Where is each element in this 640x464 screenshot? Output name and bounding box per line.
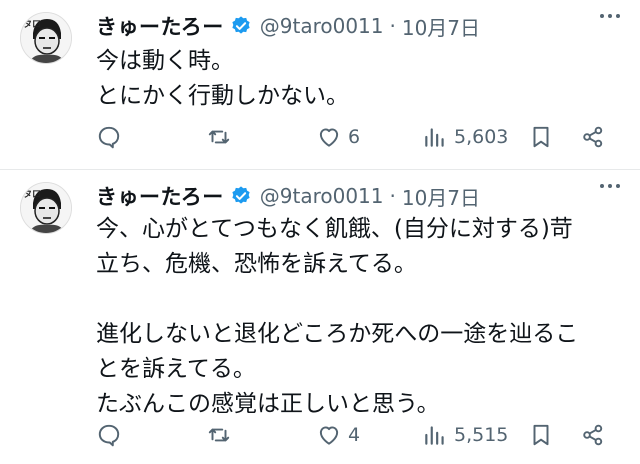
views-icon — [425, 426, 444, 445]
like-count: 6 — [348, 126, 361, 148]
tweet[interactable]: タロ きゅーたろー @9taro0011 · 10月7日 今、心がとてつもなく飢… — [0, 170, 640, 464]
tweet-actions: 6 5,603 — [96, 122, 616, 152]
separator: · — [389, 184, 396, 208]
tweet[interactable]: タロ きゅーたろー @9taro0011 · 10月7日 今は動く時。 とにかく… — [0, 0, 640, 170]
tweet-text: 今は動く時。 とにかく行動しかない。 — [96, 48, 349, 109]
retweet-icon — [208, 428, 230, 442]
more-icon[interactable] — [600, 14, 620, 18]
like-button[interactable]: 4 — [316, 420, 360, 450]
bookmark-icon — [533, 424, 549, 446]
tweet-header: きゅーたろー @9taro0011 · 10月7日 — [96, 180, 480, 212]
like-button[interactable]: 6 — [316, 122, 360, 152]
share-icon — [583, 126, 603, 148]
views-count: 5,603 — [454, 126, 509, 148]
tweet-actions: 4 5,515 — [96, 420, 616, 450]
tweet-date[interactable]: 10月7日 — [402, 182, 480, 211]
views-button[interactable]: 5,515 — [422, 420, 508, 450]
views-button[interactable]: 5,603 — [422, 122, 508, 152]
tweet-header: きゅーたろー @9taro0011 · 10月7日 — [96, 10, 480, 42]
svg-text:タロ: タロ — [23, 188, 41, 200]
separator: · — [389, 14, 396, 38]
like-count: 4 — [348, 424, 361, 446]
tweet-text: 今、心がとてつもなく飢餓、(自分に対する)苛 立ち、危機、恐怖を訴えてる。 進化… — [96, 216, 579, 417]
avatar[interactable]: タロ — [20, 182, 72, 234]
views-count: 5,515 — [454, 424, 509, 446]
reply-icon — [98, 126, 120, 149]
retweet-icon — [208, 130, 230, 144]
reply-icon — [98, 424, 120, 447]
verified-badge-icon — [232, 16, 250, 34]
like-icon — [319, 426, 339, 445]
author-name[interactable]: きゅーたろー — [96, 181, 224, 211]
views-icon — [425, 128, 444, 147]
more-icon[interactable] — [600, 184, 620, 188]
avatar[interactable]: タロ — [20, 12, 72, 64]
share-button[interactable] — [580, 122, 606, 152]
author-handle[interactable]: @9taro0011 — [260, 184, 384, 208]
author-name[interactable]: きゅーたろー — [96, 11, 224, 41]
retweet-button[interactable] — [206, 122, 238, 152]
retweet-button[interactable] — [206, 420, 238, 450]
verified-badge-icon — [232, 186, 250, 204]
bookmark-icon — [533, 126, 549, 148]
svg-text:タロ: タロ — [23, 18, 41, 30]
like-icon — [319, 128, 339, 147]
share-icon — [583, 424, 603, 446]
reply-button[interactable] — [96, 122, 128, 152]
bookmark-button[interactable] — [528, 122, 554, 152]
reply-button[interactable] — [96, 420, 128, 450]
tweet-date[interactable]: 10月7日 — [402, 12, 480, 41]
share-button[interactable] — [580, 420, 606, 450]
author-handle[interactable]: @9taro0011 — [260, 14, 384, 38]
bookmark-button[interactable] — [528, 420, 554, 450]
